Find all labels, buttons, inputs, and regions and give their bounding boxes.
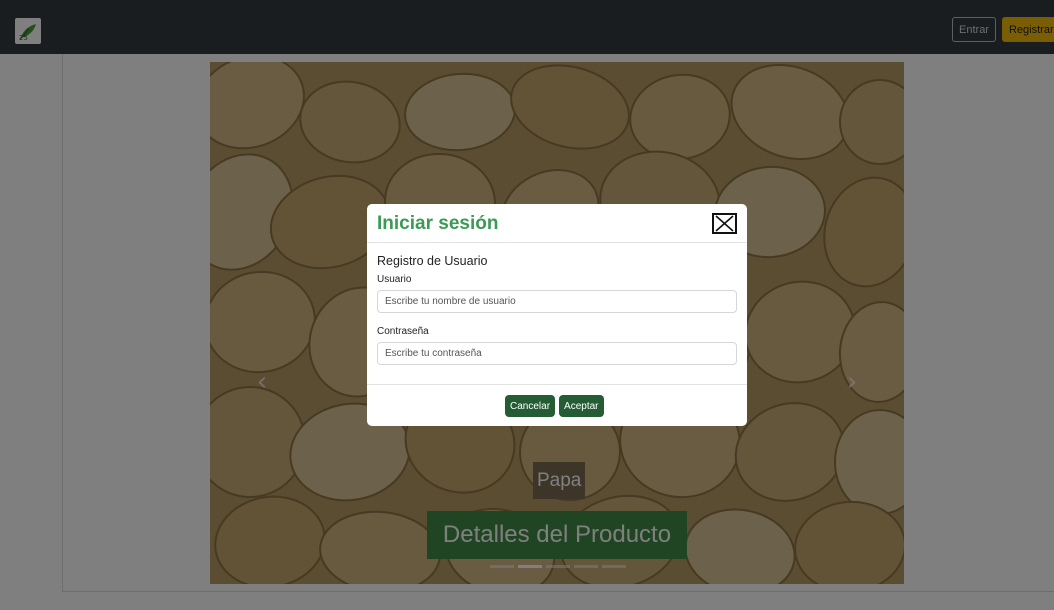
username-input[interactable] (377, 290, 737, 313)
form-heading: Registro de Usuario (377, 254, 488, 268)
modal-footer: Cancelar Aceptar (367, 384, 747, 426)
modal-title: Iniciar sesión (377, 213, 499, 234)
password-input[interactable] (377, 342, 737, 365)
accept-button[interactable]: Aceptar (559, 395, 604, 417)
cancel-button[interactable]: Cancelar (505, 395, 556, 417)
username-label: Usuario (377, 274, 412, 285)
login-modal: Iniciar sesión Registro de Usuario Usuar… (367, 204, 747, 426)
modal-body: Registro de Usuario Usuario Contraseña (377, 254, 737, 365)
close-button[interactable] (712, 213, 737, 234)
password-label: Contraseña (377, 326, 429, 337)
modal-header: Iniciar sesión (367, 204, 747, 243)
close-icon (715, 215, 734, 232)
